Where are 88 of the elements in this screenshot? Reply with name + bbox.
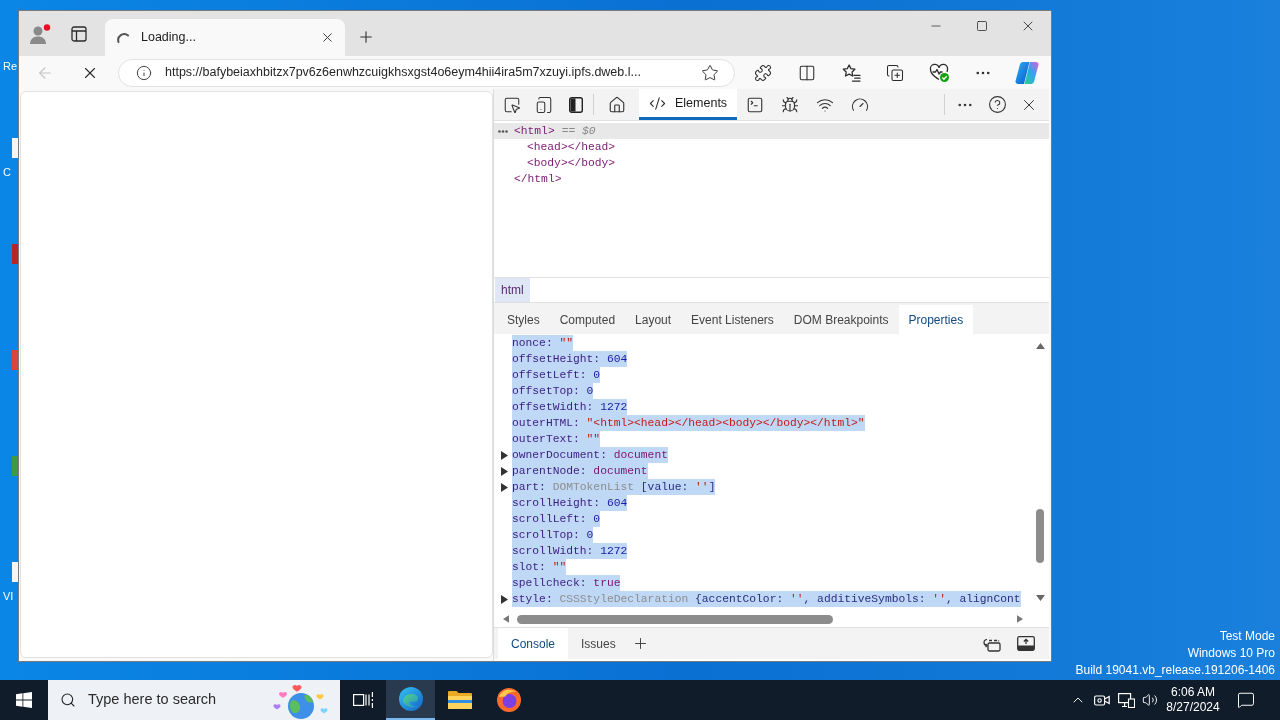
device-icon[interactable] <box>535 95 553 114</box>
info-icon[interactable] <box>136 64 152 81</box>
close-icon[interactable] <box>320 30 335 45</box>
selected-node-row[interactable]: <html> == $0 <box>494 123 1049 139</box>
search-icon[interactable] <box>60 692 76 708</box>
search-box[interactable]: Type here to search <box>48 680 340 720</box>
task-view-icon[interactable] <box>353 692 373 708</box>
desktop-icon-label: VI <box>2 590 15 603</box>
sidebar-tab[interactable]: Styles <box>497 305 550 334</box>
property-text[interactable]: spellcheck: true <box>512 575 621 591</box>
drawer-tab[interactable]: Console <box>498 628 569 659</box>
property-text[interactable]: offsetTop: 0 <box>512 383 594 399</box>
sidebar-tab[interactable]: Layout <box>625 305 682 334</box>
favorites-icon[interactable] <box>841 63 861 82</box>
collections-icon[interactable] <box>886 63 904 82</box>
sidebar-tab[interactable]: Properties <box>898 305 974 334</box>
home-icon[interactable] <box>607 95 626 114</box>
property-text[interactable]: slot: "" <box>512 559 567 575</box>
sidebar-tab[interactable]: DOM Breakpoints <box>783 305 899 334</box>
code-icon[interactable] <box>649 94 666 112</box>
expand-arrow-icon[interactable] <box>501 594 508 604</box>
property-text[interactable]: offsetHeight: 604 <box>512 351 628 367</box>
desktop-icon-label: Re <box>2 60 18 73</box>
terminal-icon[interactable] <box>745 95 764 114</box>
dom-node-text[interactable]: <html> <box>514 123 555 139</box>
heart-pulse-icon[interactable] <box>929 63 949 82</box>
expand-arrow-icon[interactable] <box>501 450 508 460</box>
property-text[interactable]: scrollTop: 0 <box>512 527 594 543</box>
property-text[interactable]: offsetLeft: 0 <box>512 367 601 383</box>
taskbar-app-button[interactable] <box>386 680 435 720</box>
bug-icon[interactable] <box>780 95 799 114</box>
property-text[interactable]: scrollHeight: 604 <box>512 495 628 511</box>
start-icon[interactable] <box>16 692 32 708</box>
property-text[interactable]: ownerDocument: document <box>512 447 668 463</box>
breadcrumb-item[interactable]: html <box>495 278 530 302</box>
folder-icon[interactable] <box>447 690 472 710</box>
desktop-icon-label: C <box>2 166 12 179</box>
property-text[interactable]: nonce: "" <box>512 335 574 351</box>
dom-node-text[interactable]: <body></body> <box>527 155 616 171</box>
tab-actions-icon[interactable] <box>71 25 87 42</box>
sidebar-tab[interactable]: Event Listeners <box>681 305 784 334</box>
drawer-tab[interactable]: Issues <box>568 628 629 659</box>
puzzle-icon[interactable] <box>754 63 772 82</box>
property-text[interactable]: offsetWidth: 1272 <box>512 399 628 415</box>
help-icon[interactable] <box>987 95 1007 114</box>
sidebar-tab[interactable]: Computed <box>549 305 626 334</box>
os-notice-text: Test Mode <box>1219 628 1275 645</box>
more-dots-icon[interactable] <box>498 129 508 133</box>
scrollbar-thumb[interactable] <box>1036 509 1044 563</box>
scroll-right-icon[interactable] <box>1017 615 1023 623</box>
node-marker: == $0 <box>561 124 596 139</box>
browser-tab[interactable]: Loading... <box>105 19 345 56</box>
gauge-icon[interactable] <box>850 95 869 114</box>
scroll-left-icon[interactable] <box>503 615 509 623</box>
dom-closing-tag: </html> <box>514 171 562 187</box>
property-text[interactable]: scrollWidth: 1272 <box>512 543 628 559</box>
clock-time[interactable]: 6:06 AM <box>1171 685 1215 700</box>
expand-arrow-icon[interactable] <box>501 482 508 492</box>
panel-tab[interactable]: Elements <box>639 89 738 120</box>
notification-icon[interactable] <box>1237 691 1255 709</box>
volume-icon[interactable] <box>1142 692 1158 708</box>
undock-panel-icon[interactable] <box>1017 636 1035 651</box>
camera-icon[interactable] <box>1094 693 1110 707</box>
favorite-star-icon[interactable] <box>701 63 719 82</box>
os-notice-text: Windows 10 Pro <box>1187 645 1275 662</box>
property-text[interactable]: outerHTML: "<html><head></head><body></body></html>" <box>512 415 865 431</box>
scroll-down-icon[interactable] <box>1035 595 1045 601</box>
profile-icon[interactable] <box>29 23 51 44</box>
clock-date[interactable]: 8/27/2024 <box>1166 700 1220 715</box>
split-screen-icon[interactable] <box>798 63 816 82</box>
gradient-logo-icon[interactable] <box>1015 61 1039 84</box>
scrollbar-thumb[interactable] <box>517 614 833 624</box>
address-bar[interactable]: https://bafybeiaxhbitzx7pv6z6enwhzcuigkhsxgst4o6eym4hii4ira5m7xzuyi.ipfs.dweb.l... <box>118 58 735 87</box>
scroll-up-icon[interactable] <box>1035 343 1045 349</box>
flame-globe-icon[interactable] <box>496 688 521 712</box>
property-text[interactable]: parentNode: document <box>512 463 648 479</box>
property-text[interactable]: part: DOMTokenList [value: ''] <box>512 479 716 495</box>
maximize-icon[interactable] <box>976 20 988 32</box>
inspect-icon[interactable] <box>503 95 521 114</box>
property-text[interactable]: style: CSSStyleDeclaration {accentColor: '', additiveSymbols: '', alignCont <box>512 591 1021 607</box>
property-text[interactable]: scrollLeft: 0 <box>512 511 601 527</box>
os-notice-text: Build 19041.vb_release.191206-1406 <box>1075 662 1275 679</box>
network-icon[interactable] <box>1117 692 1135 708</box>
swirl-logo-icon[interactable] <box>398 687 423 711</box>
dom-node-text[interactable]: <head></head> <box>527 139 616 155</box>
dock-side-icon[interactable] <box>569 96 583 113</box>
expand-arrow-icon[interactable] <box>501 466 508 476</box>
property-text[interactable]: outerText: "" <box>512 431 601 447</box>
